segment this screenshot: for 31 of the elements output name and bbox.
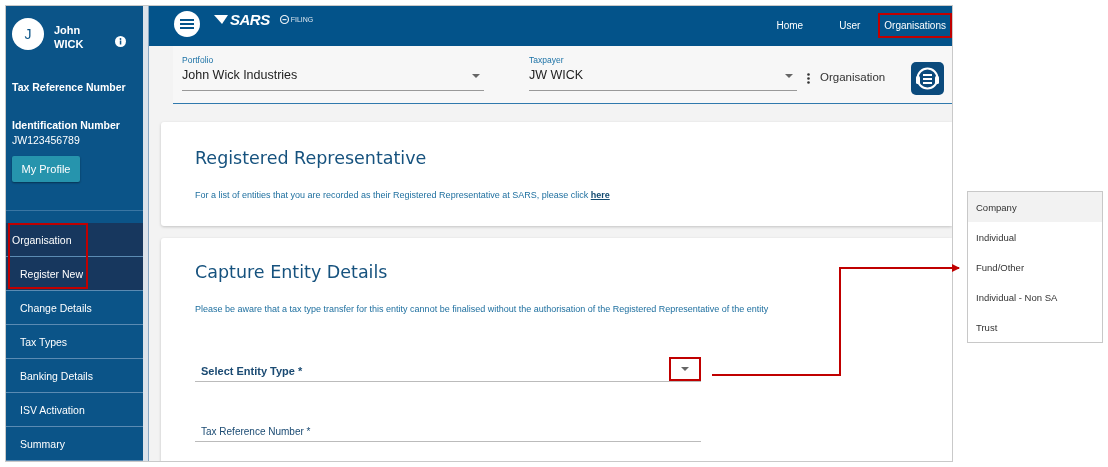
- logo: SARS: [214, 10, 270, 28]
- dropdown-option[interactable]: Company: [968, 192, 1102, 222]
- section-title: Capture Entity Details: [195, 262, 389, 282]
- menu-section-header[interactable]: Organisation: [6, 223, 143, 257]
- info-text: For a list of entities that you are recorded as their Registered Representative at SARS, please click here: [195, 190, 611, 200]
- nav-link[interactable]: Organisations: [878, 12, 952, 38]
- user-avatar: J: [12, 18, 44, 50]
- identification-number: JW123456789: [12, 134, 81, 146]
- entity-type-select[interactable]: Select Entity Type *: [195, 356, 701, 382]
- info-icon[interactable]: [115, 36, 126, 47]
- notice-text: Please be aware that a tax type transfer for this entity cannot be finalised without the authorisation of the Registered Representative of the entity: [195, 304, 770, 314]
- tax-reference-label: Tax Reference Number: [12, 81, 127, 93]
- menu-icon[interactable]: [174, 11, 200, 37]
- tax-reference-field[interactable]: Tax Reference Number *: [195, 416, 701, 442]
- user-first-name: John: [54, 23, 82, 37]
- organisation-label: Organisation: [820, 71, 886, 83]
- menu-item[interactable]: Register New: [6, 257, 143, 291]
- section-title: Registered Representative: [195, 148, 428, 168]
- caret-button[interactable]: [669, 357, 701, 381]
- portfolio-select[interactable]: Portfolio John Wick Industries: [182, 55, 484, 91]
- user-last-name: WICK: [54, 37, 84, 51]
- my-profile-button[interactable]: My Profile: [12, 156, 80, 182]
- nav-link[interactable]: User: [833, 12, 867, 38]
- caret-icon: [785, 74, 793, 78]
- nav-link[interactable]: Home: [770, 12, 810, 38]
- more-icon[interactable]: [807, 73, 810, 84]
- taxpayer-select[interactable]: Taxpayer JW WICK: [529, 55, 797, 91]
- caret-icon: [681, 367, 689, 371]
- identification-label: Identification Number: [12, 119, 121, 131]
- here-link[interactable]: here: [590, 190, 610, 200]
- caret-icon: [472, 74, 480, 78]
